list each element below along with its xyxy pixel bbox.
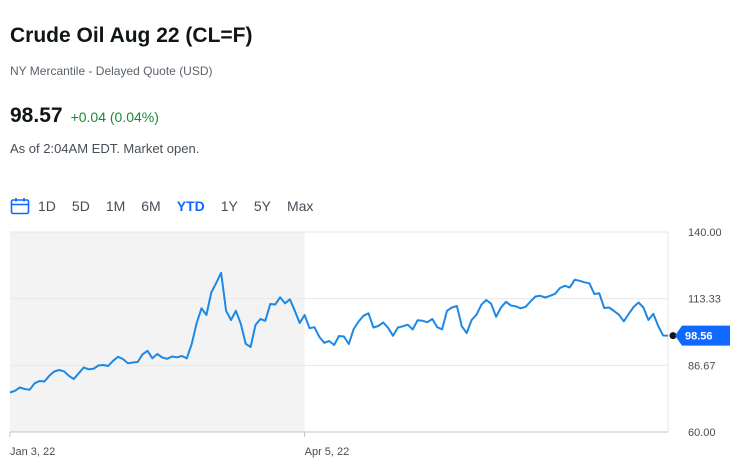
price-change: +0.04 (0.04%) — [70, 109, 159, 125]
calendar-icon[interactable] — [10, 197, 30, 215]
x-tick-label: Jan 3, 22 — [10, 446, 55, 458]
range-max-button[interactable]: Max — [279, 196, 321, 216]
shaded-region — [10, 232, 305, 432]
exchange-label: NY Mercantile - Delayed Quote (USD) — [10, 64, 213, 78]
time-range-selector: 1D 5D 1M 6M YTD 1Y 5Y Max — [10, 196, 321, 216]
quote-timestamp: As of 2:04AM EDT. Market open. — [10, 141, 200, 156]
page-title: Crude Oil Aug 22 (CL=F) — [10, 24, 253, 47]
y-tick-label: 140.00 — [688, 227, 722, 239]
range-5y-button[interactable]: 5Y — [246, 196, 279, 216]
y-tick-label: 113.33 — [688, 294, 721, 306]
range-5d-button[interactable]: 5D — [64, 196, 98, 216]
quote-row: 98.57 +0.04 (0.04%) — [10, 104, 159, 128]
y-tick-label: 86.67 — [688, 360, 716, 372]
range-ytd-button[interactable]: YTD — [169, 196, 213, 216]
range-1y-button[interactable]: 1Y — [213, 196, 246, 216]
range-1d-button[interactable]: 1D — [38, 196, 64, 216]
y-tick-label: 60.00 — [688, 427, 716, 439]
x-tick-label: Apr 5, 22 — [305, 446, 350, 458]
current-price: 98.57 — [10, 104, 63, 127]
price-chart[interactable]: 140.00 113.33 86.67 60.00 Jan 3, 22 Apr 5, 22… — [0, 222, 752, 464]
range-6m-button[interactable]: 6M — [133, 196, 168, 216]
current-price-tag-label: 98.56 — [685, 331, 713, 343]
range-1m-button[interactable]: 1M — [98, 196, 133, 216]
